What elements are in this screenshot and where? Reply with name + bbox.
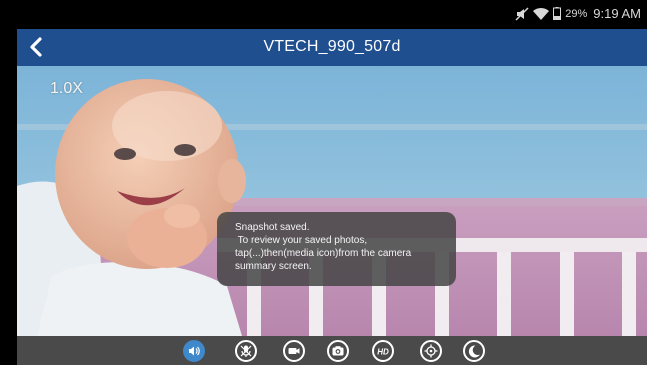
mic-mute-icon: [240, 345, 252, 357]
video-record-button[interactable]: [283, 340, 305, 362]
mic-mute-button[interactable]: [235, 340, 257, 362]
wifi-icon: [533, 7, 550, 21]
page-title: VTECH_990_507d: [263, 38, 401, 55]
status-bar: 29% 9:19 AM: [17, 0, 647, 29]
toast-line: Snapshot saved.: [235, 222, 310, 233]
status-time: 9:19 AM: [593, 6, 641, 21]
video-frame-image: [17, 66, 647, 336]
camera-video-feed[interactable]: 1.0X Snapshot saved. To review your save…: [17, 66, 647, 336]
toast-line: tap(...)then(media icon)from the camera: [235, 248, 412, 259]
hd-icon: HD: [377, 348, 389, 357]
mute-icon: [515, 6, 529, 21]
speaker-icon: [189, 346, 200, 356]
toast-line: summary screen.: [235, 261, 312, 272]
moon-icon: [468, 345, 480, 358]
battery-icon: [553, 7, 562, 20]
snapshot-toast: Snapshot saved. To review your saved pho…: [217, 212, 456, 286]
video-camera-icon: [288, 348, 300, 354]
zoom-level: 1.0X: [50, 80, 83, 97]
toast-line: To review your saved photos,: [235, 235, 368, 246]
pan-tilt-button[interactable]: [420, 340, 442, 362]
title-bar: VTECH_990_507d: [17, 29, 647, 66]
camera-icon: [332, 346, 344, 356]
crosshair-icon: [424, 344, 438, 358]
hd-button[interactable]: HD: [372, 340, 394, 362]
svg-text:HD: HD: [377, 348, 389, 357]
snapshot-button[interactable]: [327, 340, 349, 362]
night-light-button[interactable]: [463, 340, 485, 362]
speaker-button[interactable]: [183, 340, 205, 362]
status-icons: 29% 9:19 AM: [515, 6, 641, 21]
app-frame: 29% 9:19 AM VTECH_990_507d 1.0X Snapshot…: [17, 0, 647, 365]
battery-percent: 29%: [565, 7, 588, 20]
camera-toolbar: HD: [17, 336, 647, 365]
